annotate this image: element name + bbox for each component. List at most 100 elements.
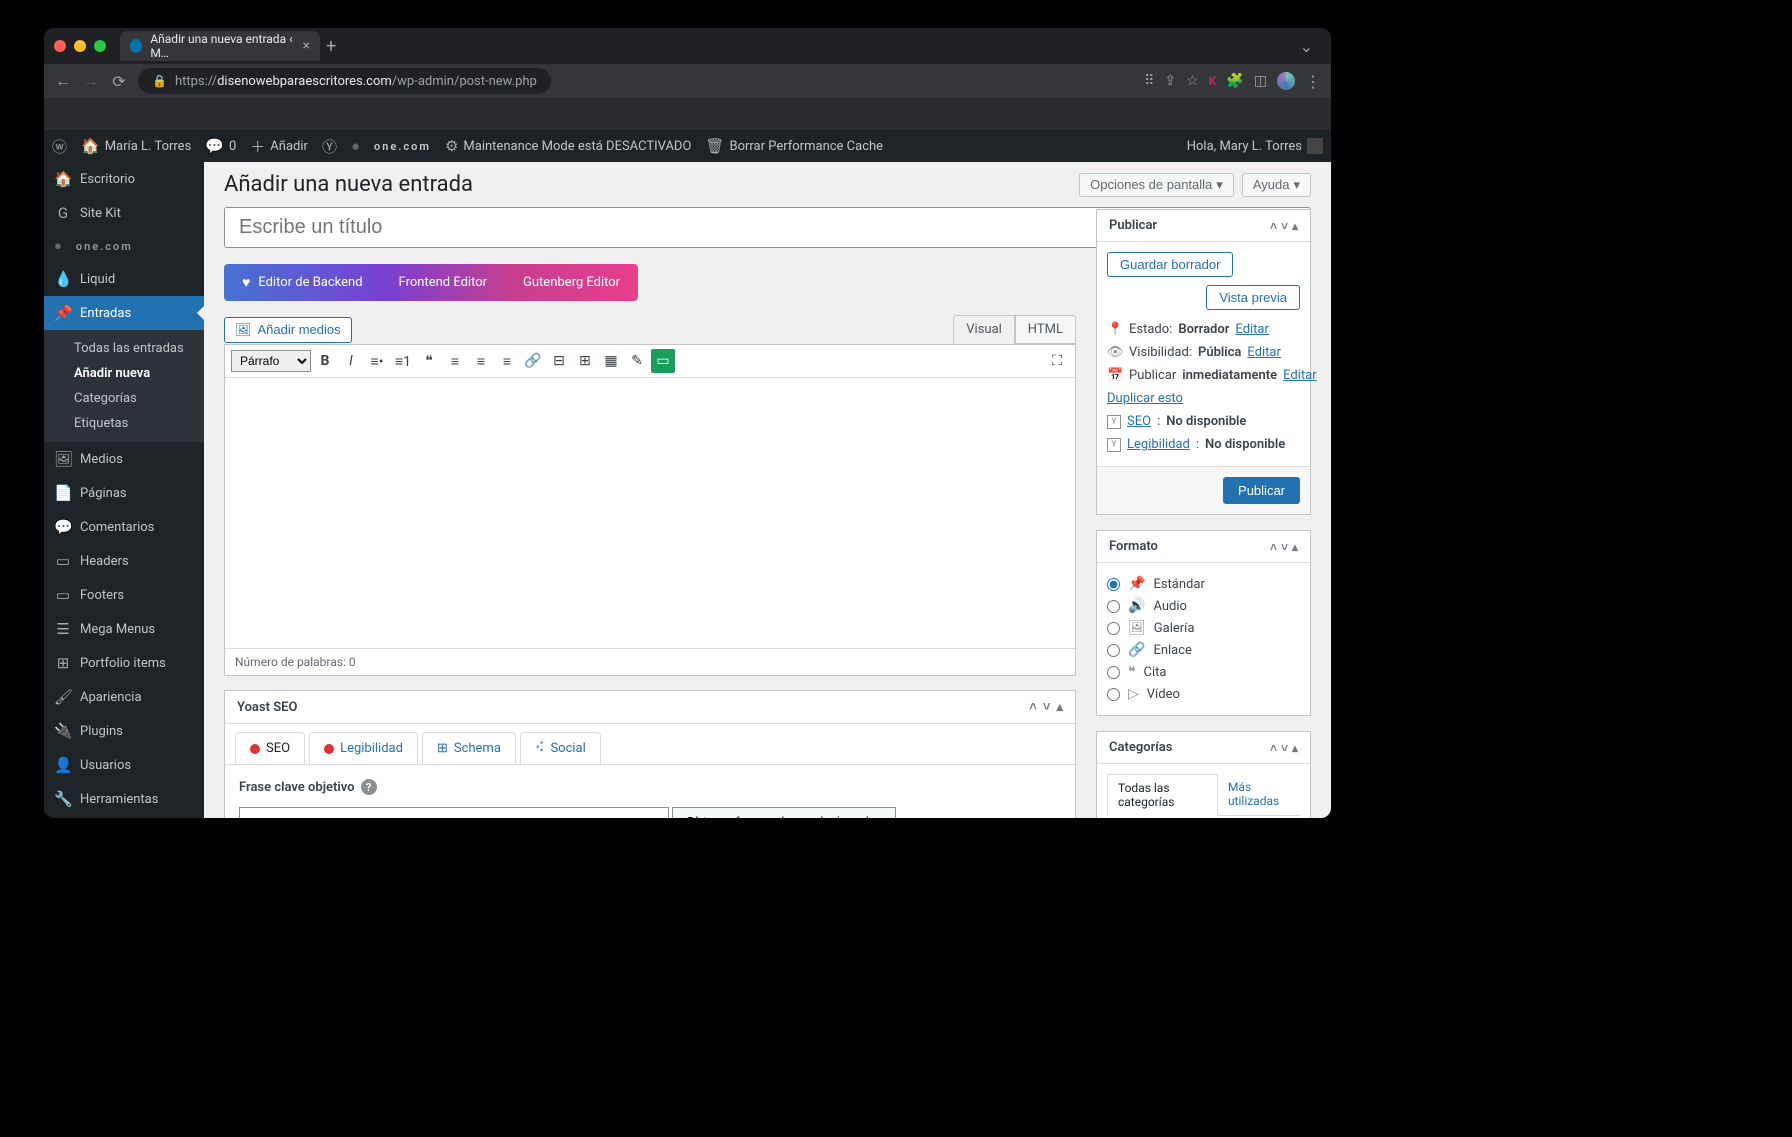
- close-window-icon[interactable]: [54, 40, 66, 52]
- screen-options-button[interactable]: Opciones de pantalla ▾: [1079, 173, 1234, 197]
- link-button[interactable]: 🔗: [521, 349, 545, 373]
- address-bar[interactable]: 🔒 https://disenowebparaescritores.com/wp…: [138, 68, 551, 94]
- sidebar-subitem-añadir-nueva[interactable]: Añadir nueva: [44, 361, 204, 386]
- new-tab-button[interactable]: +: [326, 36, 336, 57]
- sidebar-subitem-todas-las-entradas[interactable]: Todas las entradas: [44, 336, 204, 361]
- caret-up-icon[interactable]: ▴: [1292, 219, 1298, 233]
- profile-badge[interactable]: K: [1209, 74, 1217, 88]
- sidebar-item-headers[interactable]: ▭Headers: [44, 544, 204, 578]
- number-list-button[interactable]: ≡1: [391, 349, 415, 373]
- liquid-bar-icon[interactable]: ●: [351, 137, 360, 155]
- highlight-icon[interactable]: ✎: [625, 349, 649, 373]
- sidebar-item-usuarios[interactable]: 👤Usuarios: [44, 748, 204, 782]
- reload-button[interactable]: ⟳: [110, 72, 128, 91]
- toolbar-toggle-button[interactable]: ⊞: [573, 349, 597, 373]
- sidebar-subitem-categorías[interactable]: Categorías: [44, 386, 204, 411]
- save-draft-button[interactable]: Guardar borrador: [1107, 252, 1233, 277]
- align-left-button[interactable]: ≡: [443, 349, 467, 373]
- format-radio[interactable]: [1107, 622, 1120, 635]
- chevron-up-icon[interactable]: ˄: [1270, 219, 1277, 233]
- sidebar-item-one.com[interactable]: ●one.com: [44, 230, 204, 262]
- tab-most-used[interactable]: Más utilizadas: [1218, 774, 1300, 815]
- related-keyphrases-button[interactable]: Obtener frases clave relacionadas: [672, 807, 895, 818]
- duplicate-link[interactable]: Duplicar esto: [1107, 391, 1183, 406]
- chevron-down-icon[interactable]: ˅: [1281, 741, 1288, 755]
- sidebar-item-medios[interactable]: 🖼Medios: [44, 442, 204, 476]
- tab-legibilidad[interactable]: Legibilidad: [309, 732, 418, 764]
- gutenberg-editor-button[interactable]: Gutenberg Editor: [505, 264, 638, 301]
- format-option-cita[interactable]: ❝Cita: [1107, 661, 1300, 683]
- focus-keyphrase-input[interactable]: [239, 807, 669, 818]
- edit-status-link[interactable]: Editar: [1235, 322, 1269, 337]
- visual-tab[interactable]: Visual: [953, 315, 1015, 344]
- frontend-editor-button[interactable]: Frontend Editor: [381, 264, 505, 301]
- tab-social[interactable]: ⠪Social: [520, 732, 601, 764]
- tab-search-icon[interactable]: ⌄: [1300, 37, 1313, 56]
- align-right-button[interactable]: ≡: [495, 349, 519, 373]
- bookmark-icon[interactable]: ☆: [1186, 73, 1199, 89]
- table-button[interactable]: ▦: [599, 349, 623, 373]
- chevron-up-icon[interactable]: ˄: [1270, 540, 1277, 554]
- maximize-window-icon[interactable]: [94, 40, 106, 52]
- sidebar-item-entradas[interactable]: 📌Entradas: [44, 296, 204, 330]
- format-radio[interactable]: [1107, 644, 1120, 657]
- format-option-estándar[interactable]: 📌Estándar: [1107, 573, 1300, 595]
- html-tab[interactable]: HTML: [1015, 315, 1076, 344]
- chevron-up-icon[interactable]: ˄: [1270, 741, 1277, 755]
- chevron-up-icon[interactable]: ˄: [1029, 699, 1037, 715]
- blockquote-button[interactable]: ❝: [417, 349, 441, 373]
- profile-avatar-icon[interactable]: [1277, 72, 1295, 90]
- sidebar-item-mega-menus[interactable]: ☰Mega Menus: [44, 612, 204, 646]
- chevron-down-icon[interactable]: ˅: [1281, 219, 1288, 233]
- sidebar-subitem-etiquetas[interactable]: Etiquetas: [44, 411, 204, 436]
- sidebar-item-herramientas[interactable]: 🔧Herramientas: [44, 782, 204, 816]
- seo-score-link[interactable]: SEO: [1127, 414, 1151, 429]
- share-icon[interactable]: ⇪: [1164, 73, 1176, 89]
- preview-button[interactable]: Vista previa: [1206, 285, 1300, 310]
- sidebar-item-páginas[interactable]: 📄Páginas: [44, 476, 204, 510]
- user-greeting[interactable]: Hola, Mary L. Torres: [1187, 138, 1323, 154]
- italic-button[interactable]: I: [339, 349, 363, 373]
- forward-button[interactable]: →: [82, 71, 100, 91]
- tab-seo[interactable]: SEO: [235, 732, 305, 764]
- format-radio[interactable]: [1107, 578, 1120, 591]
- yoast-bar-icon[interactable]: Ⓨ: [322, 136, 337, 157]
- chevron-down-icon[interactable]: ˅: [1043, 699, 1051, 715]
- edit-schedule-link[interactable]: Editar: [1283, 368, 1317, 383]
- bullet-list-button[interactable]: ≡•: [365, 349, 389, 373]
- format-radio[interactable]: [1107, 666, 1120, 679]
- chrome-menu-icon[interactable]: ⋮: [1305, 72, 1321, 91]
- translate-icon[interactable]: ⠿: [1144, 73, 1154, 89]
- comments-link[interactable]: 💬0: [205, 137, 236, 155]
- sidebar-item-site-kit[interactable]: GSite Kit: [44, 196, 204, 230]
- close-tab-icon[interactable]: ×: [303, 38, 310, 54]
- onecom-bar[interactable]: one.com: [374, 140, 431, 153]
- format-radio[interactable]: [1107, 688, 1120, 701]
- align-center-button[interactable]: ≡: [469, 349, 493, 373]
- new-content-link[interactable]: ＋Añadir: [250, 136, 308, 157]
- add-media-button[interactable]: 🖼Añadir medios: [224, 317, 352, 343]
- help-button[interactable]: Ayuda ▾: [1242, 173, 1311, 197]
- edit-visibility-link[interactable]: Editar: [1247, 345, 1281, 360]
- site-link[interactable]: 🏠María L. Torres: [81, 137, 191, 155]
- help-icon[interactable]: ?: [361, 779, 377, 795]
- more-button[interactable]: ⊟: [547, 349, 571, 373]
- sidebar-item-wpbakery-page-builder[interactable]: ⊞WPBakery Page Builder: [44, 816, 204, 818]
- sidepanel-icon[interactable]: ◫: [1254, 73, 1267, 89]
- fullscreen-button[interactable]: ⛶: [1045, 349, 1069, 373]
- format-option-enlace[interactable]: 🔗Enlace: [1107, 639, 1300, 661]
- readability-score-link[interactable]: Legibilidad: [1127, 437, 1190, 452]
- sidebar-item-apariencia[interactable]: 🖌Apariencia: [44, 680, 204, 714]
- format-radio[interactable]: [1107, 600, 1120, 613]
- format-option-audio[interactable]: 🔊Audio: [1107, 595, 1300, 617]
- tab-all-categories[interactable]: Todas las categorías: [1107, 774, 1218, 816]
- sidebar-item-escritorio[interactable]: 🏠Escritorio: [44, 162, 204, 196]
- editor-content-area[interactable]: [225, 378, 1075, 648]
- publish-button[interactable]: Publicar: [1223, 477, 1300, 504]
- purge-cache[interactable]: 🗑Borrar Performance Cache: [705, 137, 883, 155]
- sidebar-item-liquid[interactable]: 💧Liquid: [44, 262, 204, 296]
- format-option-galería[interactable]: 🖼Galería: [1107, 617, 1300, 639]
- sidebar-item-plugins[interactable]: 🔌Plugins: [44, 714, 204, 748]
- sidebar-item-comentarios[interactable]: 💬Comentarios: [44, 510, 204, 544]
- backend-editor-button[interactable]: ♥Editor de Backend: [224, 264, 381, 301]
